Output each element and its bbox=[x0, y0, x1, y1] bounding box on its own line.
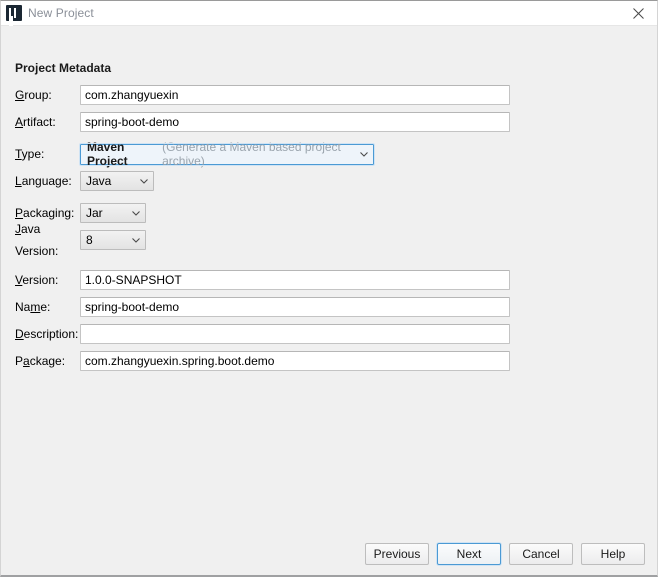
form-row-group: Group: bbox=[15, 84, 643, 106]
form-row-packaging: Packaging: Jar bbox=[15, 202, 643, 224]
java-version-label: Java Version: bbox=[15, 222, 59, 258]
dialog-content: Project Metadata Group: Artifact: Type: … bbox=[1, 26, 657, 575]
description-label: Description: bbox=[15, 327, 79, 341]
form-row-language: Language: Java bbox=[15, 170, 643, 192]
language-value: Java bbox=[86, 174, 112, 188]
title-bar: New Project bbox=[1, 1, 657, 26]
group-label: Group: bbox=[15, 88, 52, 102]
java-version-combobox[interactable]: 8 bbox=[80, 230, 146, 250]
package-input[interactable] bbox=[80, 351, 510, 371]
version-input[interactable] bbox=[80, 270, 510, 290]
previous-button[interactable]: Previous bbox=[365, 543, 429, 565]
help-button[interactable]: Help bbox=[581, 543, 645, 565]
chevron-down-icon bbox=[135, 178, 153, 184]
close-icon bbox=[632, 7, 644, 19]
type-label: Type: bbox=[15, 147, 45, 161]
packaging-combobox[interactable]: Jar bbox=[80, 203, 146, 223]
type-description: (Generate a Maven based project archive) bbox=[162, 140, 341, 168]
form-row-description: Description: bbox=[15, 323, 643, 345]
java-version-value: 8 bbox=[86, 233, 93, 247]
artifact-input[interactable] bbox=[80, 112, 510, 132]
chevron-down-icon bbox=[127, 237, 145, 243]
close-button[interactable] bbox=[619, 1, 657, 25]
type-combobox[interactable]: Maven Project (Generate a Maven based pr… bbox=[79, 140, 375, 168]
section-heading: Project Metadata bbox=[15, 61, 112, 75]
form-row-name: Name: bbox=[15, 296, 643, 318]
next-button[interactable]: Next bbox=[437, 543, 501, 565]
type-value: Maven Project bbox=[87, 140, 128, 168]
form-row-package: Package: bbox=[15, 350, 643, 372]
language-label: Language: bbox=[15, 174, 72, 188]
chevron-down-icon bbox=[356, 151, 373, 157]
artifact-label: Artifact: bbox=[15, 115, 56, 129]
chevron-down-icon bbox=[127, 210, 145, 216]
dialog-button-bar: Previous Next Cancel Help bbox=[365, 543, 645, 565]
name-label: Name: bbox=[15, 300, 51, 314]
version-label: Version: bbox=[15, 273, 59, 287]
package-label: Package: bbox=[15, 354, 66, 368]
description-input[interactable] bbox=[80, 324, 510, 344]
packaging-value: Jar bbox=[86, 206, 103, 220]
new-project-dialog: New Project Project Metadata Group: Arti… bbox=[0, 0, 658, 577]
group-input[interactable] bbox=[80, 85, 510, 105]
name-input[interactable] bbox=[80, 297, 510, 317]
form-row-version: Version: bbox=[15, 269, 643, 291]
intellij-idea-icon bbox=[6, 5, 22, 21]
window-title: New Project bbox=[28, 6, 94, 20]
cancel-button[interactable]: Cancel bbox=[509, 543, 573, 565]
project-metadata-form: Group: Artifact: Type: Maven Project (Ge… bbox=[15, 84, 643, 372]
form-row-java-version: Java Version: 8 bbox=[15, 222, 643, 258]
language-combobox[interactable]: Java bbox=[80, 171, 154, 191]
form-row-artifact: Artifact: bbox=[15, 111, 643, 133]
form-row-type: Type: Maven Project (Generate a Maven ba… bbox=[15, 140, 643, 168]
